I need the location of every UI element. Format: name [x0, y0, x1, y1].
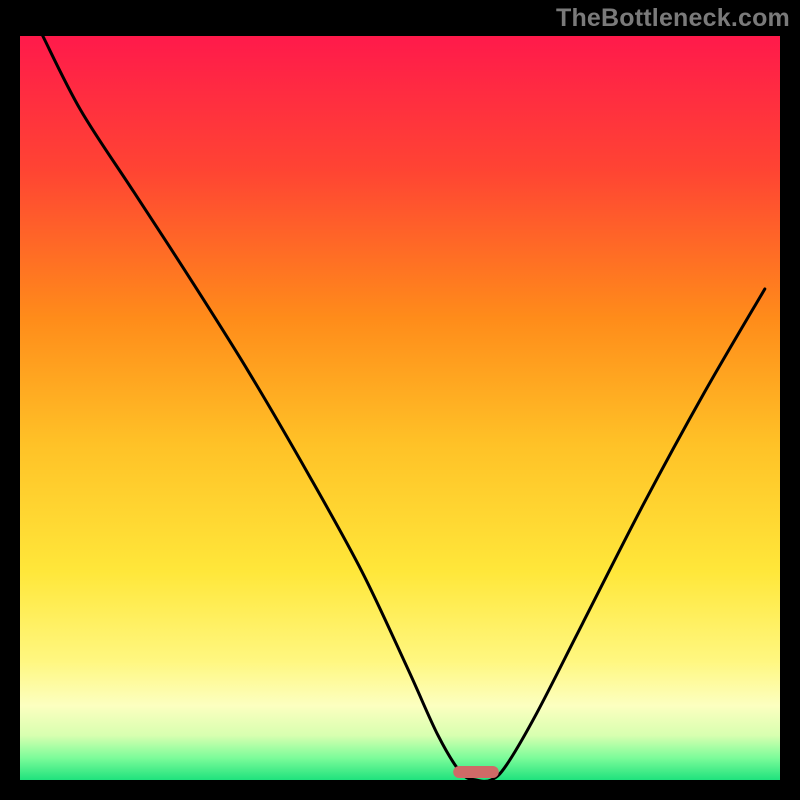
optimum-marker [453, 766, 499, 778]
watermark-text: TheBottleneck.com [556, 4, 790, 33]
gradient-background [20, 36, 780, 780]
plot-area [20, 36, 780, 780]
chart-svg [20, 36, 780, 780]
chart-frame: TheBottleneck.com [0, 0, 800, 800]
